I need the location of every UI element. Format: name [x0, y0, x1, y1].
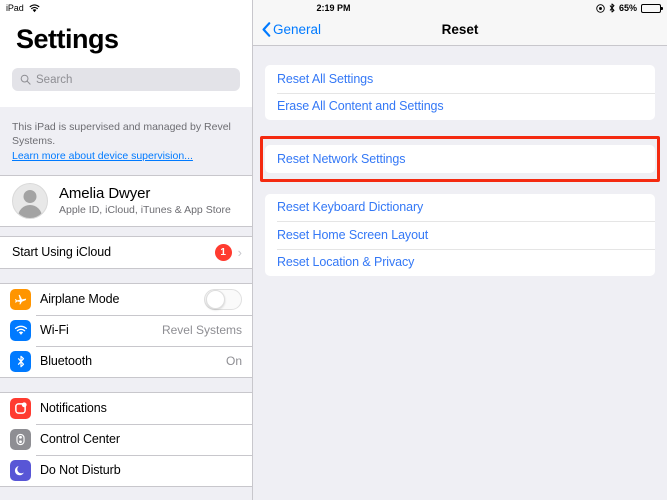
- reset-all-settings-label: Reset All Settings: [277, 71, 374, 86]
- airplane-icon: [10, 288, 31, 310]
- reset-keyboard-dictionary-label: Reset Keyboard Dictionary: [277, 200, 424, 215]
- sidebar-item-label: Control Center: [40, 432, 120, 447]
- reset-network-settings-row[interactable]: Reset Network Settings: [265, 145, 655, 173]
- notifications-icon: [10, 397, 31, 419]
- sidebar-item-start-using-icloud[interactable]: Start Using iCloud 1 ›: [0, 236, 252, 268]
- airplane-mode-toggle[interactable]: [204, 288, 242, 310]
- search-placeholder: Search: [36, 73, 73, 86]
- reset-home-screen-layout-label: Reset Home Screen Layout: [277, 227, 429, 242]
- connectivity-group: Airplane Mode Wi-Fi Revel Systems Blueto…: [0, 282, 252, 378]
- reset-all-settings-row[interactable]: Reset All Settings: [265, 65, 655, 93]
- sidebar-item-label: Airplane Mode: [40, 292, 120, 307]
- icloud-group: Start Using iCloud 1 ›: [0, 235, 252, 269]
- status-badge: 1: [214, 243, 232, 261]
- reset-location-privacy-row[interactable]: Reset Location & Privacy: [265, 248, 655, 277]
- chevron-right-icon: ›: [237, 244, 242, 260]
- page-title: Settings: [16, 24, 119, 54]
- sidebar-item-label: Start Using iCloud: [12, 245, 111, 260]
- sidebar-item-label: Wi-Fi: [40, 323, 69, 338]
- sidebar-item-wifi[interactable]: Wi-Fi Revel Systems: [0, 314, 252, 346]
- reset-keyboard-dictionary-row[interactable]: Reset Keyboard Dictionary: [265, 194, 655, 222]
- account-subtitle: Apple ID, iCloud, iTunes & App Store: [59, 204, 231, 217]
- reset-group-network: Reset Network Settings: [265, 145, 655, 173]
- sidebar-item-control-center[interactable]: Control Center: [0, 423, 252, 455]
- erase-all-content-label: Erase All Content and Settings: [277, 99, 444, 114]
- sidebar-header: Settings Search: [0, 0, 252, 107]
- search-input[interactable]: Search: [12, 68, 240, 91]
- sidebar-item-label: Do Not Disturb: [40, 463, 121, 478]
- account-name: Amelia Dwyer: [59, 185, 151, 203]
- avatar: [12, 182, 48, 219]
- reset-home-screen-layout-row[interactable]: Reset Home Screen Layout: [265, 221, 655, 249]
- sidebar-item-bluetooth[interactable]: Bluetooth On: [0, 345, 252, 377]
- sidebar-item-airplane-mode[interactable]: Airplane Mode: [0, 283, 252, 315]
- reset-group-secondary: Reset Keyboard Dictionary Reset Home Scr…: [265, 193, 655, 277]
- search-icon: [20, 74, 31, 85]
- bluetooth-icon: [10, 350, 31, 372]
- sidebar-item-do-not-disturb[interactable]: Do Not Disturb: [0, 454, 252, 486]
- reset-location-privacy-label: Reset Location & Privacy: [277, 255, 415, 270]
- account-group: Amelia Dwyer Apple ID, iCloud, iTunes & …: [0, 174, 252, 227]
- reset-detail-panel: General Reset Reset All Settings Erase A…: [253, 0, 667, 500]
- navigation-bar: General Reset: [253, 0, 667, 46]
- erase-all-content-row[interactable]: Erase All Content and Settings: [265, 92, 655, 121]
- highlighted-option-wrapper: Reset Network Settings: [260, 136, 660, 182]
- wifi-icon: [10, 319, 31, 341]
- bluetooth-status-value: On: [225, 354, 242, 369]
- ipad-settings-screen: iPad 2:19 PM 65% Settings Search This iP…: [0, 0, 667, 500]
- supervision-text: This iPad is supervised and managed by R…: [12, 121, 231, 148]
- apple-id-row[interactable]: Amelia Dwyer Apple ID, iCloud, iTunes & …: [0, 176, 252, 226]
- sidebar-item-label: Notifications: [40, 401, 107, 416]
- control-center-icon: [10, 428, 31, 450]
- reset-group-primary: Reset All Settings Erase All Content and…: [265, 65, 655, 120]
- reset-network-settings-label: Reset Network Settings: [277, 151, 406, 166]
- settings-sidebar: Settings Search This iPad is supervised …: [0, 0, 253, 500]
- sidebar-item-label: Bluetooth: [40, 354, 92, 369]
- do-not-disturb-icon: [10, 459, 31, 481]
- supervision-learn-more-link[interactable]: Learn more about device supervision...: [12, 149, 240, 163]
- supervision-notice: This iPad is supervised and managed by R…: [0, 107, 252, 175]
- detail-title: Reset: [441, 22, 479, 37]
- sidebar-item-notifications[interactable]: Notifications: [0, 392, 252, 424]
- reset-options-list: Reset All Settings Erase All Content and…: [253, 46, 667, 276]
- wifi-network-value: Revel Systems: [161, 323, 242, 338]
- general-group: Notifications Control Center Do Not Dist…: [0, 391, 252, 487]
